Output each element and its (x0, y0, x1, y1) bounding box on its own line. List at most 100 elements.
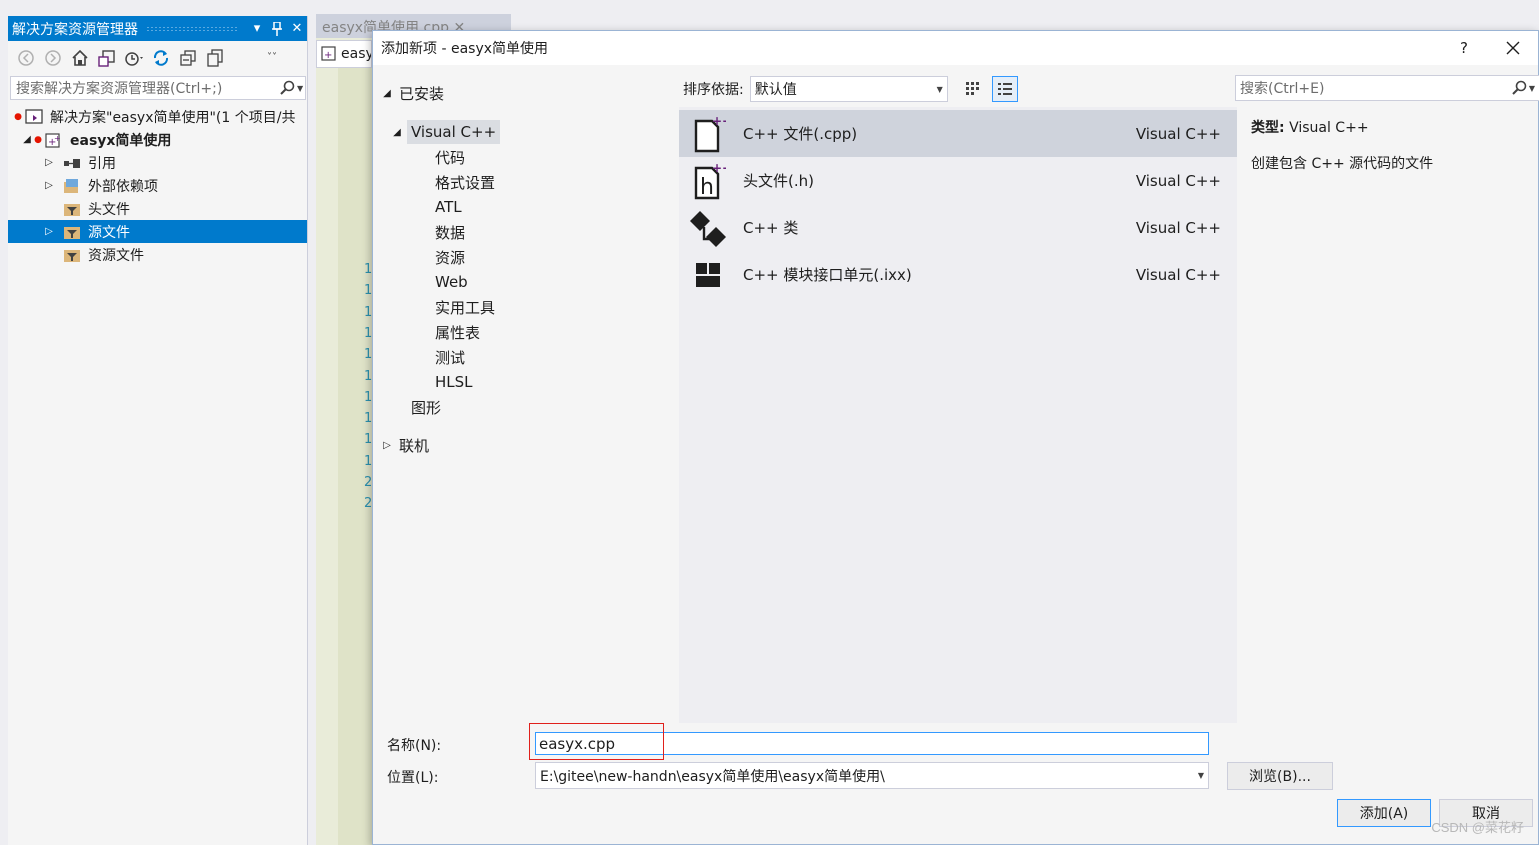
cpp-file-icon: ++ (689, 114, 729, 154)
close-icon[interactable]: ✕ (287, 19, 307, 39)
location-value: E:\gitee\new-handn\easyx简单使用\easyx简单使用\ (540, 768, 885, 785)
tree-item-references[interactable]: ▷ 引用 (8, 151, 307, 174)
tree-label: ATL (435, 198, 462, 216)
name-input[interactable] (535, 732, 1209, 755)
collapse-arrow-icon[interactable]: ◢ (381, 88, 393, 99)
switch-views-icon[interactable] (97, 48, 117, 68)
list-view-icon[interactable] (991, 76, 1018, 102)
tree-item-category[interactable]: 数据 (435, 220, 465, 244)
error-dot-icon: ● (14, 111, 22, 122)
filter-folder-icon (62, 223, 82, 241)
close-icon (1506, 41, 1520, 55)
tree-item-category[interactable]: 资源 (435, 245, 465, 269)
expand-arrow-icon[interactable]: ▷ (42, 226, 56, 237)
svg-text:++: ++ (712, 115, 726, 128)
tree-label: Web (435, 273, 468, 291)
tree-label: 测试 (435, 348, 466, 367)
tree-item-installed[interactable]: ◢ 已安装 (381, 81, 444, 105)
dropdown-icon[interactable]: ▾ (247, 19, 267, 39)
help-button[interactable]: ? (1460, 39, 1468, 57)
module-unit-icon (689, 255, 729, 295)
tree-label: 代码 (435, 148, 466, 167)
expand-arrow-icon[interactable]: ▷ (381, 440, 393, 451)
tree-item-category[interactable]: 格式设置 (435, 170, 495, 194)
title-grip[interactable] (146, 25, 239, 32)
editor-navigation-bar[interactable]: + easy (316, 40, 372, 68)
home-icon[interactable] (70, 48, 90, 68)
tree-label: 资源文件 (88, 247, 144, 264)
expand-arrow-icon[interactable]: ▷ (42, 180, 56, 191)
search-icon[interactable]: ▼ (1511, 80, 1535, 96)
chevron-down-icon[interactable]: ▼ (1198, 771, 1204, 780)
grid-view-icon[interactable] (960, 76, 986, 102)
tree-label: easyx简单使用 (70, 132, 172, 149)
template-item-module-unit[interactable]: C++ 模块接口单元(.ixx) Visual C++ (679, 251, 1237, 298)
tree-item-external-deps[interactable]: ▷ 外部依赖项 (8, 174, 307, 197)
chevron-down-icon: ▼ (936, 84, 943, 94)
overflow-icon[interactable]: ˅˅ (262, 48, 282, 68)
tree-item-category[interactable]: ATL (435, 195, 462, 219)
expand-arrow-icon[interactable]: ▷ (42, 157, 56, 168)
pin-icon[interactable] (267, 19, 287, 39)
template-name: C++ 文件(.cpp) (743, 125, 858, 143)
add-button[interactable]: 添加(A) (1337, 799, 1431, 827)
tree-label: 外部依赖项 (88, 178, 158, 195)
template-name: C++ 类 (743, 219, 799, 237)
pending-changes-icon[interactable] (124, 48, 144, 68)
tree-item-category[interactable]: 代码 (435, 145, 465, 169)
tree-item-online[interactable]: ▷ 联机 (381, 433, 429, 457)
solution-explorer-search-input[interactable]: 搜索解决方案资源管理器(Ctrl+;) ▼ (10, 76, 306, 100)
location-combobox[interactable]: E:\gitee\new-handn\easyx简单使用\easyx简单使用\ … (535, 762, 1209, 789)
add-new-item-dialog: 添加新项 - easyx简单使用 ? ◢ 已安装 ◢ Visual C++ 代码… (372, 30, 1539, 845)
show-all-files-icon[interactable] (205, 48, 225, 68)
tree-item-header-files[interactable]: 头文件 (8, 197, 307, 220)
tree-item-category[interactable]: 属性表 (435, 320, 480, 344)
search-placeholder: 搜索(Ctrl+E) (1240, 81, 1325, 97)
category-tree: ◢ 已安装 ◢ Visual C++ 代码 格式设置 ATL 数据 资源 Web… (373, 65, 677, 720)
sort-dropdown[interactable]: 默认值 ▼ (749, 76, 948, 102)
tree-item-resource-files[interactable]: 资源文件 (8, 243, 307, 266)
tree-item-category[interactable]: Web (435, 270, 468, 294)
tree-item-project[interactable]: ◢ ● + + easyx简单使用 (8, 128, 307, 151)
references-icon (62, 154, 82, 172)
tree-item-solution[interactable]: ● 解决方案"easyx简单使用"(1 个项目/共 (8, 105, 307, 128)
collapse-arrow-icon[interactable]: ◢ (20, 134, 34, 145)
sync-icon[interactable] (151, 48, 171, 68)
tree-label: 图形 (411, 398, 442, 417)
tree-label: Visual C++ (411, 123, 497, 141)
template-name: C++ 模块接口单元(.ixx) (743, 266, 912, 284)
sort-label: 排序依据: (683, 82, 744, 98)
close-button[interactable] (1502, 37, 1524, 59)
tree-label: 解决方案"easyx简单使用"(1 个项目/共 (50, 109, 296, 126)
dialog-title-bar: 添加新项 - easyx简单使用 ? (373, 31, 1538, 65)
back-icon[interactable] (16, 48, 36, 68)
tree-label: HLSL (435, 373, 473, 391)
tree-label: 实用工具 (435, 298, 496, 317)
search-icon[interactable]: ▼ (279, 80, 305, 96)
template-item-cpp-file[interactable]: ++ C++ 文件(.cpp) Visual C++ (679, 110, 1237, 157)
tree-label: 源文件 (88, 224, 130, 241)
error-dot-icon: ● (34, 134, 42, 145)
tree-label: 数据 (435, 223, 466, 242)
tree-label: 属性表 (435, 323, 481, 342)
forward-icon[interactable] (43, 48, 63, 68)
collapse-arrow-icon[interactable]: ◢ (391, 127, 403, 138)
template-language: Visual C++ (1135, 265, 1221, 284)
tree-item-graphics[interactable]: 图形 (411, 395, 441, 419)
header-file-icon: h++ (689, 161, 729, 201)
collapse-all-icon[interactable] (178, 48, 198, 68)
sort-value: 默认值 (754, 82, 797, 98)
template-search-input[interactable]: 搜索(Ctrl+E) ▼ (1235, 75, 1539, 101)
tree-label: 资源 (435, 248, 466, 267)
tree-item-visual-cpp[interactable]: Visual C++ (407, 120, 501, 144)
tree-item-category[interactable]: HLSL (435, 370, 473, 394)
tree-item-category[interactable]: 测试 (435, 345, 465, 369)
tree-label: 头文件 (88, 201, 130, 218)
template-item-header-file[interactable]: h++ 头文件(.h) Visual C++ (679, 157, 1237, 204)
template-item-cpp-class[interactable]: C++ 类 Visual C++ (679, 204, 1237, 251)
type-value: Visual C++ (1289, 120, 1369, 136)
browse-button[interactable]: 浏览(B)... (1227, 762, 1333, 790)
tree-item-category[interactable]: 实用工具 (435, 295, 495, 319)
dialog-title: 添加新项 - easyx简单使用 (381, 41, 549, 57)
tree-item-source-files[interactable]: ▷ 源文件 (8, 220, 307, 243)
